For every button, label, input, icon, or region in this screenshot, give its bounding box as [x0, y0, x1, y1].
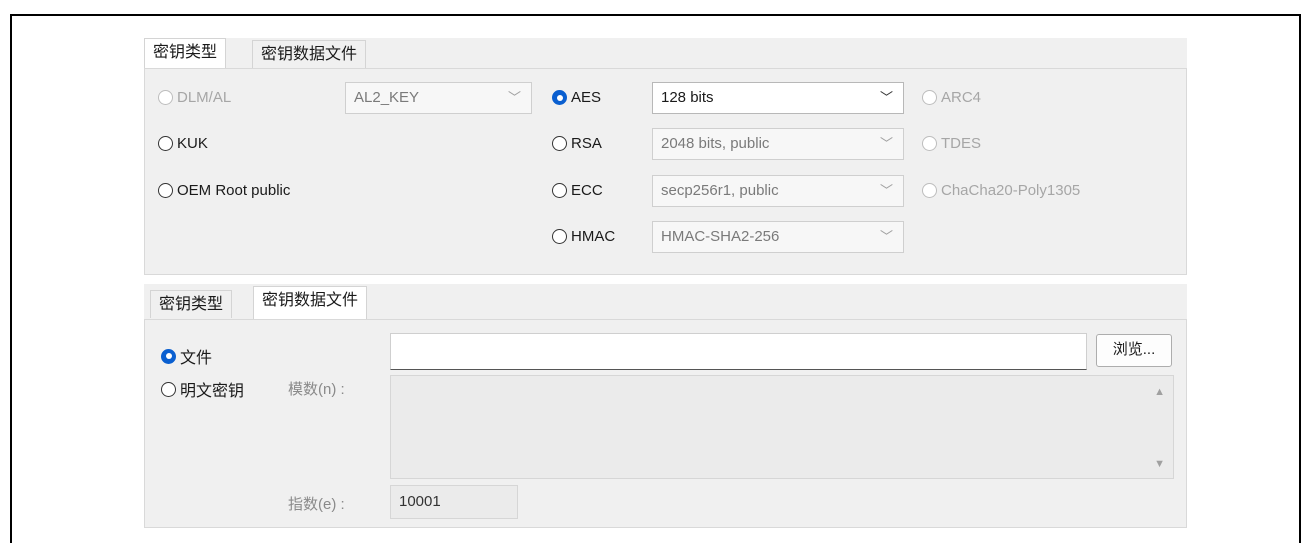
radio-indicator	[552, 183, 567, 198]
window-border-left	[10, 14, 12, 543]
radio-indicator	[158, 136, 173, 151]
bottom-tab-bar: 密钥类型 密钥数据文件	[144, 284, 1187, 320]
tab-key-data-file-top[interactable]: 密钥数据文件	[252, 40, 367, 68]
radio-checked-indicator	[161, 348, 176, 364]
window-border-right	[1299, 14, 1301, 543]
radio-indicator	[552, 229, 567, 244]
modulus-label: 模数(n) :	[288, 381, 345, 398]
key-type-panel: DLM/AL AL2_KEY ﹀ KUK OEM Root public AES…	[144, 68, 1187, 275]
radio-tdes[interactable]: TDES	[922, 135, 981, 152]
radio-indicator	[161, 381, 176, 397]
radio-arc4-label: ARC4	[941, 89, 982, 106]
ecc-curve-select-value: secp256r1, public	[661, 182, 779, 199]
aes-size-select-value: 128 bits	[661, 89, 714, 106]
rsa-size-select[interactable]: 2048 bits, public ﹀	[652, 128, 904, 160]
radio-checked-indicator	[552, 90, 567, 105]
radio-oem-label: OEM Root public	[177, 182, 291, 199]
radio-rsa-label: RSA	[571, 135, 602, 152]
radio-plaintext-label: 明文密钥	[180, 383, 245, 400]
radio-hmac-label: HMAC	[571, 228, 616, 245]
radio-indicator	[922, 136, 937, 151]
dlm-al-select-value: AL2_KEY	[354, 89, 420, 106]
radio-ecc[interactable]: ECC	[552, 182, 603, 199]
aes-size-select[interactable]: 128 bits ﹀	[652, 82, 904, 114]
hmac-algo-select[interactable]: HMAC-SHA2-256 ﹀	[652, 221, 904, 253]
chevron-down-icon: ﹀	[507, 90, 521, 105]
radio-indicator	[922, 183, 937, 198]
radio-indicator	[158, 183, 173, 198]
radio-chacha20-poly1305[interactable]: ChaCha20-Poly1305	[922, 182, 1080, 199]
radio-kuk-label: KUK	[177, 135, 208, 152]
modulus-textarea[interactable]: ▲ ▼	[390, 375, 1174, 479]
scroll-down-arrow-icon[interactable]: ▼	[1154, 458, 1165, 470]
hmac-algo-select-value: HMAC-SHA2-256	[661, 228, 780, 245]
radio-kuk[interactable]: KUK	[158, 135, 208, 152]
chevron-down-icon: ﹀	[879, 229, 893, 244]
key-data-file-panel: 文件 浏览... 明文密钥 模数(n) : ▲ ▼ 指数(e) : 10001	[144, 319, 1187, 528]
radio-rsa[interactable]: RSA	[552, 135, 602, 152]
chevron-down-icon: ﹀	[879, 136, 893, 151]
window-border-top	[10, 14, 1301, 16]
radio-aes-label: AES	[571, 89, 602, 106]
radio-ecc-label: ECC	[571, 182, 603, 199]
radio-dlm-al-label: DLM/AL	[177, 89, 232, 106]
chevron-down-icon: ﹀	[879, 90, 893, 105]
exponent-label: 指数(e) :	[288, 496, 345, 513]
radio-arc4[interactable]: ARC4	[922, 89, 981, 106]
top-tab-bar: 密钥类型 密钥数据文件	[144, 38, 1187, 69]
radio-oem-root-public[interactable]: OEM Root public	[158, 182, 290, 199]
radio-indicator	[552, 136, 567, 151]
chevron-down-icon: ﹀	[879, 183, 893, 198]
tab-key-type-top[interactable]: 密钥类型	[144, 38, 227, 69]
radio-chacha-label: ChaCha20-Poly1305	[941, 182, 1081, 199]
radio-file[interactable]: 文件	[161, 344, 212, 368]
scroll-up-arrow-icon[interactable]: ▲	[1154, 386, 1165, 398]
radio-plaintext-key[interactable]: 明文密钥	[161, 377, 244, 401]
file-path-input[interactable]	[390, 333, 1087, 370]
dlm-al-select[interactable]: AL2_KEY ﹀	[345, 82, 532, 114]
radio-indicator	[158, 90, 173, 105]
radio-dlm-al[interactable]: DLM/AL	[158, 89, 231, 106]
rsa-size-select-value: 2048 bits, public	[661, 135, 770, 152]
browse-button[interactable]: 浏览...	[1096, 334, 1172, 367]
radio-indicator	[922, 90, 937, 105]
radio-hmac[interactable]: HMAC	[552, 228, 615, 245]
radio-aes[interactable]: AES	[552, 89, 601, 106]
radio-tdes-label: TDES	[941, 135, 982, 152]
tab-key-data-file-bottom[interactable]: 密钥数据文件	[253, 286, 368, 320]
ecc-curve-select[interactable]: secp256r1, public ﹀	[652, 175, 904, 207]
radio-file-label: 文件	[180, 350, 213, 367]
exponent-input[interactable]: 10001	[390, 485, 518, 519]
tab-key-type-bottom[interactable]: 密钥类型	[150, 290, 233, 318]
